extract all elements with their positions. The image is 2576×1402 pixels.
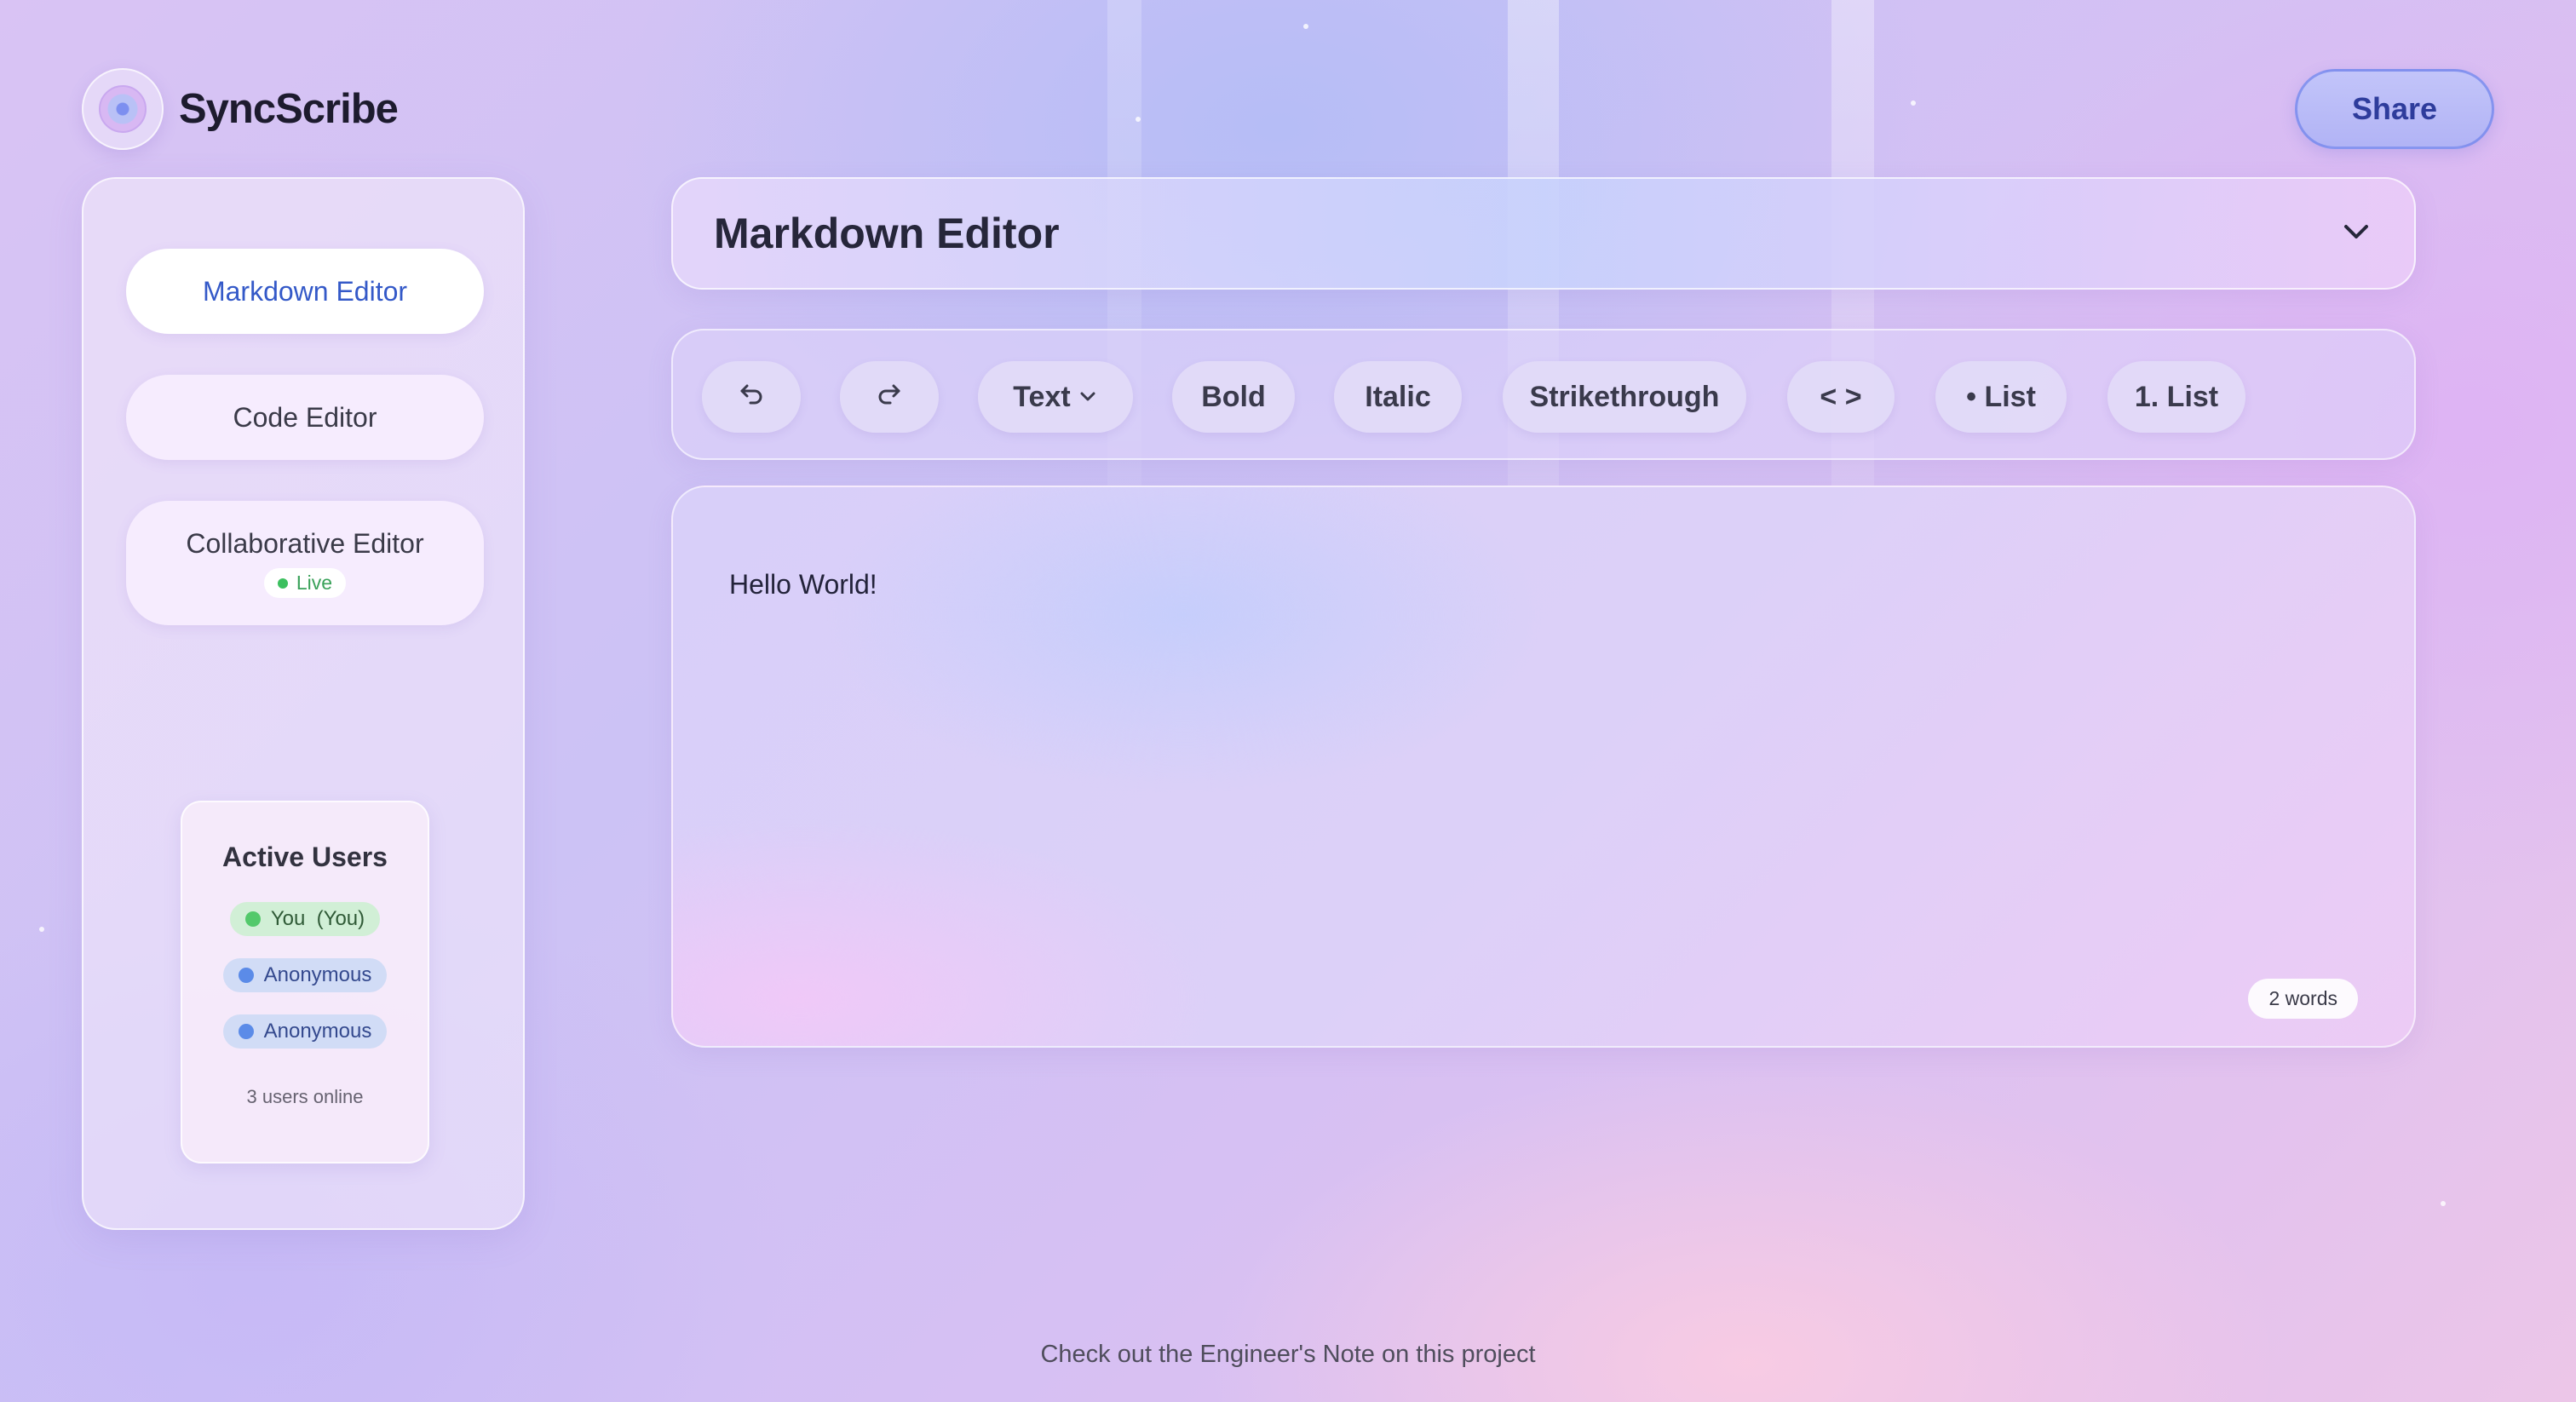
chevron-down-icon (1078, 381, 1098, 414)
user-name: Anonymous (263, 963, 372, 986)
markdown-editor-area[interactable]: Hello World! 2 words (671, 486, 2416, 1048)
undo-button[interactable] (702, 361, 801, 433)
sparkle (2441, 1201, 2446, 1206)
undo-icon (737, 379, 766, 416)
italic-button[interactable]: Italic (1334, 361, 1462, 433)
user-status-dot-icon (238, 968, 254, 983)
live-badge-label: Live (296, 572, 333, 594)
engineer-note-link[interactable]: Check out the Engineer's Note on this pr… (0, 1341, 2576, 1369)
text-style-label: Text (1013, 380, 1071, 413)
code-button[interactable]: < > (1787, 361, 1895, 433)
user-status-dot-icon (238, 1024, 254, 1039)
sparkle (1911, 101, 1916, 106)
sidebar-item-label: Collaborative Editor (186, 528, 424, 559)
live-dot-icon (277, 577, 288, 589)
editor-content[interactable]: Hello World! (729, 569, 877, 600)
active-users-card: Active Users You (You) Anonymous Anonymo… (181, 801, 429, 1164)
bold-button[interactable]: Bold (1172, 361, 1295, 433)
app-name: SyncScribe (179, 86, 399, 132)
bullet-list-button[interactable]: • List (1935, 361, 2067, 433)
share-button[interactable]: Share (2295, 69, 2494, 149)
editor-type-title: Markdown Editor (714, 210, 1060, 257)
redo-button[interactable] (840, 361, 939, 433)
chevron-down-icon (2339, 215, 2373, 253)
sparkle (1136, 117, 1141, 122)
user-status-dot-icon (244, 911, 261, 927)
redo-icon (875, 379, 904, 416)
formatting-toolbar: Text Bold Italic Strikethrough < > • Lis… (671, 329, 2416, 460)
word-count-badge: 2 words (2248, 979, 2358, 1019)
editor-type-dropdown[interactable]: Markdown Editor (671, 177, 2416, 290)
user-name: Anonymous (263, 1020, 372, 1043)
sparkle (39, 927, 44, 932)
sparkle (1303, 24, 1308, 29)
sidebar: Markdown Editor Code Editor Collaborativ… (82, 177, 525, 1230)
strikethrough-button[interactable]: Strikethrough (1503, 361, 1746, 433)
live-badge: Live (263, 568, 347, 598)
user-pill-you: You (You) (229, 902, 381, 936)
sidebar-item-collaborative-editor[interactable]: Collaborative Editor Live (126, 501, 484, 625)
text-style-dropdown[interactable]: Text (978, 361, 1133, 433)
brand: SyncScribe (82, 68, 399, 150)
numbered-list-button[interactable]: 1. List (2107, 361, 2245, 433)
user-pill-anonymous: Anonymous (222, 958, 388, 992)
sidebar-item-code-editor[interactable]: Code Editor (126, 375, 484, 460)
user-pill-anonymous: Anonymous (222, 1014, 388, 1049)
sidebar-item-label: Markdown Editor (202, 275, 408, 307)
users-online-count: 3 users online (246, 1086, 364, 1107)
sidebar-item-markdown-editor[interactable]: Markdown Editor (126, 249, 484, 334)
logo-icon (82, 68, 164, 150)
active-users-title: Active Users (222, 842, 388, 872)
sidebar-item-label: Code Editor (233, 401, 377, 433)
user-name: You (You) (270, 907, 365, 930)
